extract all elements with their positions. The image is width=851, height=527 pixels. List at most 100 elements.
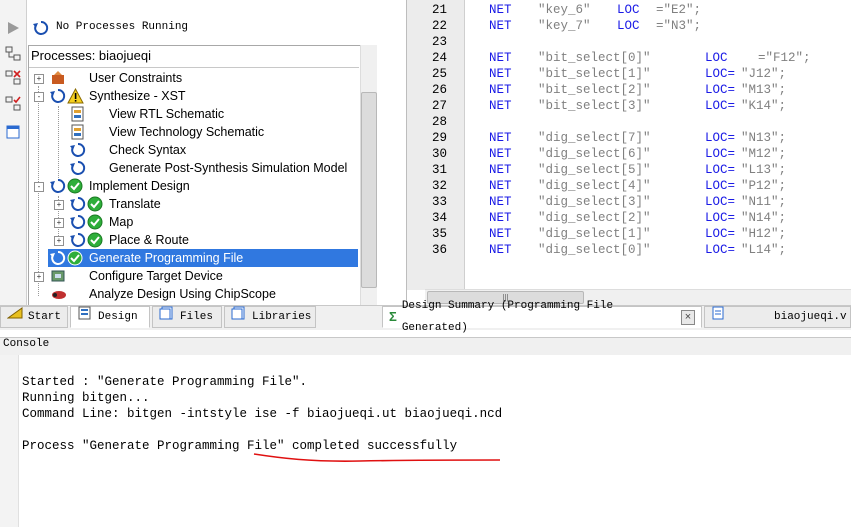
divider bbox=[29, 67, 359, 68]
process-check-syntax[interactable]: Check Syntax bbox=[109, 141, 186, 159]
process-map[interactable]: Map bbox=[109, 213, 133, 231]
device-icon bbox=[50, 268, 66, 284]
tab-files[interactable]: Files bbox=[152, 306, 222, 328]
line-number: 33 bbox=[431, 195, 447, 209]
run-icon[interactable] bbox=[3, 18, 23, 38]
code-value: "M12"; bbox=[741, 147, 787, 161]
line-number: 23 bbox=[431, 35, 447, 49]
code-loc: LOC= bbox=[705, 131, 736, 145]
refresh-icon bbox=[70, 214, 86, 230]
panel-icon[interactable] bbox=[3, 122, 23, 142]
console-line: Started : "Generate Programming File". bbox=[22, 375, 308, 389]
process-user-constraints[interactable]: User Constraints bbox=[89, 69, 182, 87]
code-loc: LOC= bbox=[705, 99, 736, 113]
expand-toggle[interactable]: + bbox=[54, 200, 64, 210]
hierarchy-icon[interactable] bbox=[3, 44, 23, 64]
code-keyword: NET bbox=[489, 99, 512, 113]
process-place-route[interactable]: Place & Route bbox=[109, 231, 189, 249]
code-value: "M13"; bbox=[741, 83, 787, 97]
code-value: ="N3"; bbox=[656, 19, 702, 33]
code-value: "N11"; bbox=[741, 195, 787, 209]
code-keyword: NET bbox=[489, 195, 512, 209]
check-circle-icon bbox=[87, 214, 103, 230]
process-implement-design[interactable]: Implement Design bbox=[89, 177, 190, 195]
process-panel-title: Processes: biaojueqi bbox=[31, 48, 151, 63]
code-value: ="E2"; bbox=[656, 3, 702, 17]
constraints-icon bbox=[50, 70, 66, 86]
check-circle-icon bbox=[67, 178, 83, 194]
code-keyword: NET bbox=[489, 51, 512, 65]
annotation-underline bbox=[253, 453, 501, 462]
process-synthesize[interactable]: Synthesize - XST bbox=[89, 87, 186, 105]
code-loc: LOC bbox=[617, 3, 640, 17]
process-translate[interactable]: Translate bbox=[109, 195, 161, 213]
code-loc: LOC= bbox=[705, 195, 736, 209]
remove-hierarchy-icon[interactable] bbox=[3, 68, 23, 88]
refresh-icon bbox=[70, 196, 86, 212]
expand-toggle[interactable]: + bbox=[54, 236, 64, 246]
line-number: 27 bbox=[431, 99, 447, 113]
code-keyword: NET bbox=[489, 67, 512, 81]
process-chipscope[interactable]: Analyze Design Using ChipScope bbox=[89, 285, 276, 303]
line-number: 22 bbox=[431, 19, 447, 33]
code-signal: "key_7" bbox=[538, 19, 591, 33]
files-icon bbox=[159, 306, 175, 328]
code-keyword: NET bbox=[489, 147, 512, 161]
process-generate-programming-file[interactable]: Generate Programming File bbox=[89, 249, 243, 267]
schematic-icon bbox=[70, 124, 86, 140]
process-view-technology[interactable]: View Technology Schematic bbox=[109, 123, 264, 141]
code-loc: LOC= bbox=[705, 83, 736, 97]
line-number: 28 bbox=[431, 115, 447, 129]
code-keyword: NET bbox=[489, 227, 512, 241]
code-signal: "dig_select[3]" bbox=[538, 195, 651, 209]
process-configure-target[interactable]: Configure Target Device bbox=[89, 267, 223, 285]
chipscope-icon bbox=[50, 286, 66, 302]
code-loc: LOC= bbox=[705, 179, 736, 193]
tab-design[interactable]: Design bbox=[70, 306, 150, 328]
code-signal: "dig_select[6]" bbox=[538, 147, 651, 161]
code-value: "L13"; bbox=[741, 163, 787, 177]
line-number: 34 bbox=[431, 211, 447, 225]
code-signal: "dig_select[1]" bbox=[538, 227, 651, 241]
code-signal: "bit_select[2]" bbox=[538, 83, 651, 97]
code-loc: LOC bbox=[705, 51, 728, 65]
expand-toggle[interactable]: + bbox=[34, 74, 44, 84]
expand-toggle[interactable]: + bbox=[54, 218, 64, 228]
code-signal: "dig_select[0]" bbox=[538, 243, 651, 257]
code-signal: "dig_select[7]" bbox=[538, 131, 651, 145]
code-keyword: NET bbox=[489, 83, 512, 97]
code-loc: LOC= bbox=[705, 67, 736, 81]
check-hierarchy-icon[interactable] bbox=[3, 94, 23, 114]
code-value: "H12"; bbox=[741, 227, 787, 241]
expand-toggle[interactable]: + bbox=[34, 272, 44, 282]
refresh-icon bbox=[70, 160, 86, 176]
collapse-toggle[interactable]: - bbox=[34, 92, 44, 102]
process-view-rtl[interactable]: View RTL Schematic bbox=[109, 105, 224, 123]
code-signal: "dig_select[5]" bbox=[538, 163, 651, 177]
code-keyword: NET bbox=[489, 211, 512, 225]
refresh-icon bbox=[50, 250, 66, 266]
code-value: "P12"; bbox=[741, 179, 787, 193]
collapse-toggle[interactable]: - bbox=[34, 182, 44, 192]
code-value: "N13"; bbox=[741, 131, 787, 145]
code-signal: "bit_select[3]" bbox=[538, 99, 651, 113]
document-icon bbox=[711, 306, 725, 328]
tab-design-summary[interactable]: Σ Design Summary (Programming File Gener… bbox=[382, 300, 702, 334]
tab-libraries[interactable]: Libraries bbox=[224, 306, 316, 328]
tab-biaojueqi-v[interactable]: biaojueqi.v bbox=[704, 306, 851, 328]
process-post-synthesis-sim[interactable]: Generate Post-Synthesis Simulation Model bbox=[109, 159, 347, 177]
left-toolbar bbox=[0, 0, 27, 305]
code-keyword: NET bbox=[489, 19, 512, 33]
tab-start[interactable]: Start bbox=[0, 306, 68, 328]
close-icon[interactable]: × bbox=[680, 309, 695, 325]
line-number: 24 bbox=[431, 51, 447, 65]
code-loc: LOC= bbox=[705, 147, 736, 161]
refresh-icon bbox=[33, 20, 49, 39]
refresh-icon bbox=[50, 178, 66, 194]
line-number: 36 bbox=[431, 243, 447, 257]
process-scrollbar-thumb[interactable] bbox=[361, 92, 377, 288]
code-loc: LOC= bbox=[705, 163, 736, 177]
code-value: "J12"; bbox=[741, 67, 787, 81]
code-keyword: NET bbox=[489, 243, 512, 257]
refresh-icon bbox=[70, 142, 86, 158]
